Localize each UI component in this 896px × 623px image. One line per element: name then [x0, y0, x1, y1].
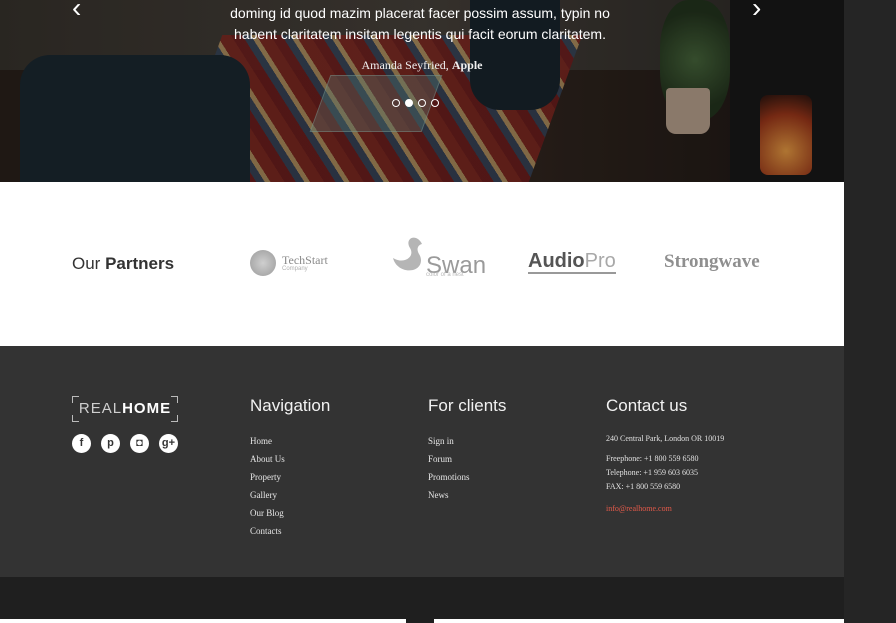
prev-slide-button[interactable]: ‹ [72, 0, 81, 22]
slider-dot-active[interactable] [405, 99, 413, 107]
testimonial-slider: ‹ › doming id quod mazim placerat facer … [0, 0, 844, 182]
brand-light: REAL [78, 400, 123, 417]
author-name: Amanda Seyfried, [361, 58, 449, 72]
footer-link-forum[interactable]: Forum [428, 454, 452, 464]
footer-link-promotions[interactable]: Promotions [428, 472, 470, 482]
quote-line: habent claritatem insitam legentis qui f… [234, 26, 606, 42]
partner-tagline: color of a nest [426, 272, 464, 278]
page-bottom-area [0, 577, 844, 623]
content-card [434, 619, 844, 623]
partner-name: TechStart [282, 253, 328, 267]
contact-freephone: Freephone: +1 800 559 6580 [606, 454, 699, 463]
logo-corner [171, 396, 178, 403]
footer-clients: For clients Sign in Forum Promotions New… [428, 396, 506, 504]
footer-link-about-us[interactable]: About Us [250, 454, 285, 464]
footer-link-gallery[interactable]: Gallery [250, 490, 277, 500]
page-side-background [844, 0, 896, 623]
testimonial-quote: doming id quod mazim placerat facer poss… [195, 3, 645, 45]
partners-title: Our Partners [72, 254, 174, 274]
contact-email-link[interactable]: info@realhome.com [606, 502, 724, 516]
contact-fax: FAX: +1 800 559 6580 [606, 482, 681, 491]
contact-telephone: Telephone: +1 959 603 6035 [606, 468, 698, 477]
quote-line: doming id quod mazim placerat facer poss… [230, 5, 610, 21]
facebook-icon[interactable]: f [72, 434, 91, 453]
partner-logo-swan[interactable]: Swan color of a nest [390, 234, 486, 278]
footer-link-property[interactable]: Property [250, 472, 281, 482]
content-card [0, 619, 406, 623]
footer-column-title: For clients [428, 396, 507, 415]
footer-link-news[interactable]: News [428, 490, 449, 500]
partners-title-light: Our [72, 254, 101, 273]
logo-corner [171, 415, 178, 422]
brand-bold: HOME [122, 400, 172, 417]
techstart-logo-icon [250, 250, 276, 276]
logo-corner [72, 396, 79, 403]
slider-dot[interactable] [431, 99, 439, 107]
footer-navigation: Navigation Home About Us Property Galler… [250, 396, 330, 540]
pinterest-icon[interactable]: p [101, 434, 120, 453]
partner-logo-strongwave[interactable]: Strongwave [664, 251, 760, 273]
footer-link-sign-in[interactable]: Sign in [428, 436, 454, 446]
next-slide-button[interactable]: › [752, 0, 761, 22]
social-links: f p ◘ g+ [72, 434, 178, 453]
page: ‹ › doming id quod mazim placerat facer … [0, 0, 844, 623]
site-footer: REALHOME f p ◘ g+ Navigation Home About … [0, 346, 844, 577]
footer-link-contacts[interactable]: Contacts [250, 526, 282, 536]
slider-dot[interactable] [392, 99, 400, 107]
footer-column-title: Navigation [250, 396, 331, 415]
partner-logo-techstart[interactable]: TechStart Company [250, 250, 328, 276]
swan-logo-icon [393, 237, 422, 271]
instagram-icon[interactable]: ◘ [130, 434, 149, 453]
partner-name-light: Pro [584, 250, 616, 272]
partners-section: Our Partners TechStart Company Swan colo… [0, 182, 844, 346]
footer-link-home[interactable]: Home [250, 436, 272, 446]
testimonial-author: Amanda Seyfried, Apple [0, 58, 844, 73]
logo-corner [72, 415, 79, 422]
footer-link-our-blog[interactable]: Our Blog [250, 508, 284, 518]
partner-logo-audiopro[interactable]: AudioPro [528, 250, 616, 274]
google-plus-icon[interactable]: g+ [159, 434, 178, 453]
partners-title-bold: Partners [105, 254, 175, 273]
footer-column-title: Contact us [606, 396, 688, 415]
partner-name-bold: Audio [528, 250, 585, 272]
slider-pagination [392, 99, 439, 107]
realhome-logo[interactable]: REALHOME [72, 396, 178, 422]
author-company: Apple [451, 58, 483, 72]
slider-dot[interactable] [418, 99, 426, 107]
footer-contact: Contact us 240 Central Park, London OR 1… [606, 396, 724, 516]
contact-address: 240 Central Park, London OR 10019 [606, 434, 725, 443]
